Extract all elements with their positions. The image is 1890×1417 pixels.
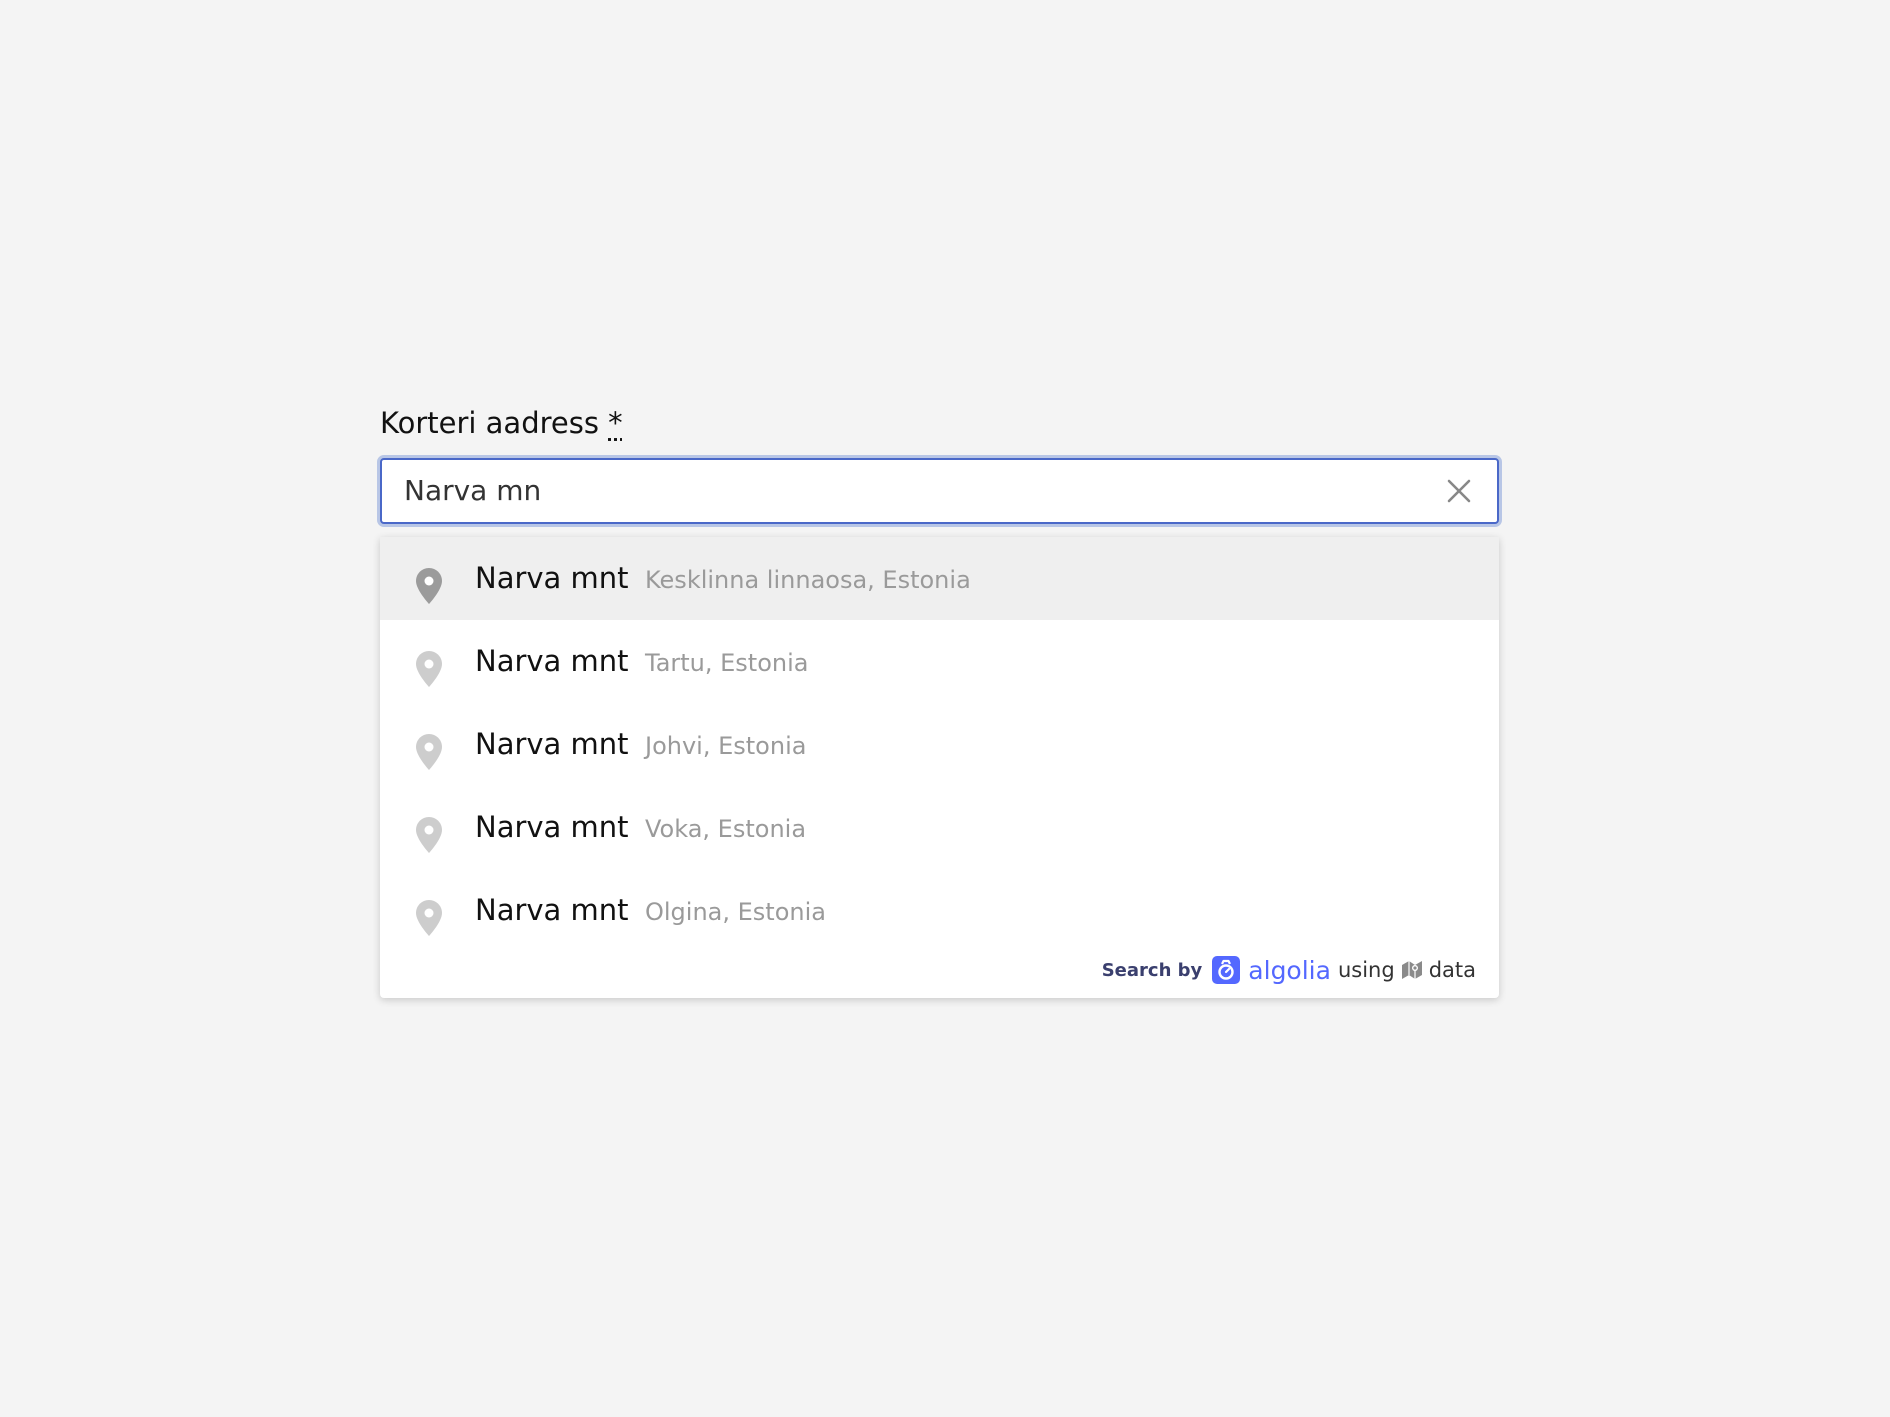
map-pin-icon [416, 568, 442, 604]
openstreetmap-icon[interactable] [1401, 959, 1423, 981]
address-field: Korteri aadress * Narva mn Narva mnt Kes… [380, 398, 1499, 998]
suggestion-name: Narva mnt [475, 644, 629, 678]
close-icon[interactable] [1443, 475, 1475, 507]
field-label: Korteri aadress * [380, 398, 1499, 448]
suggestion-item[interactable]: Narva mnt Voka, Estonia [380, 786, 1499, 869]
map-pin-icon [416, 734, 442, 770]
required-mark: * [608, 406, 623, 440]
suggestion-region: Olgina, Estonia [645, 898, 826, 926]
suggestion-name: Narva mnt [475, 727, 629, 761]
suggestion-item[interactable]: Narva mnt Kesklinna linnaosa, Estonia [380, 537, 1499, 620]
attribution-data: data [1428, 958, 1476, 982]
search-attribution[interactable]: Search by algolia using data [1102, 953, 1476, 987]
attribution-using: using [1337, 958, 1395, 982]
clear-button[interactable] [1443, 475, 1475, 507]
suggestion-region: Tartu, Estonia [645, 649, 809, 677]
suggestion-region: Voka, Estonia [645, 815, 807, 843]
map-pin-icon [416, 817, 442, 853]
suggestion-name: Narva mnt [475, 810, 629, 844]
suggestion-region: Johvi, Estonia [645, 732, 807, 760]
suggestion-item[interactable]: Narva mnt Olgina, Estonia [380, 869, 1499, 952]
algolia-logo-icon[interactable] [1212, 956, 1241, 984]
suggestion-region: Kesklinna linnaosa, Estonia [645, 566, 971, 594]
suggestion-item[interactable]: Narva mnt Johvi, Estonia [380, 703, 1499, 786]
map-pin-icon [416, 651, 442, 687]
suggestions-dropdown: Narva mnt Kesklinna linnaosa, Estonia Na… [380, 537, 1499, 998]
address-input-container[interactable]: Narva mn [380, 458, 1499, 524]
suggestion-item[interactable]: Narva mnt Tartu, Estonia [380, 620, 1499, 703]
attribution-prefix: Search by [1101, 959, 1203, 981]
algolia-brand-text[interactable]: algolia [1248, 956, 1331, 985]
suggestion-name: Narva mnt [475, 561, 629, 595]
field-label-text: Korteri aadress [380, 406, 599, 440]
address-input[interactable]: Narva mn [404, 460, 541, 522]
suggestion-name: Narva mnt [475, 893, 629, 927]
map-pin-icon [416, 900, 442, 936]
